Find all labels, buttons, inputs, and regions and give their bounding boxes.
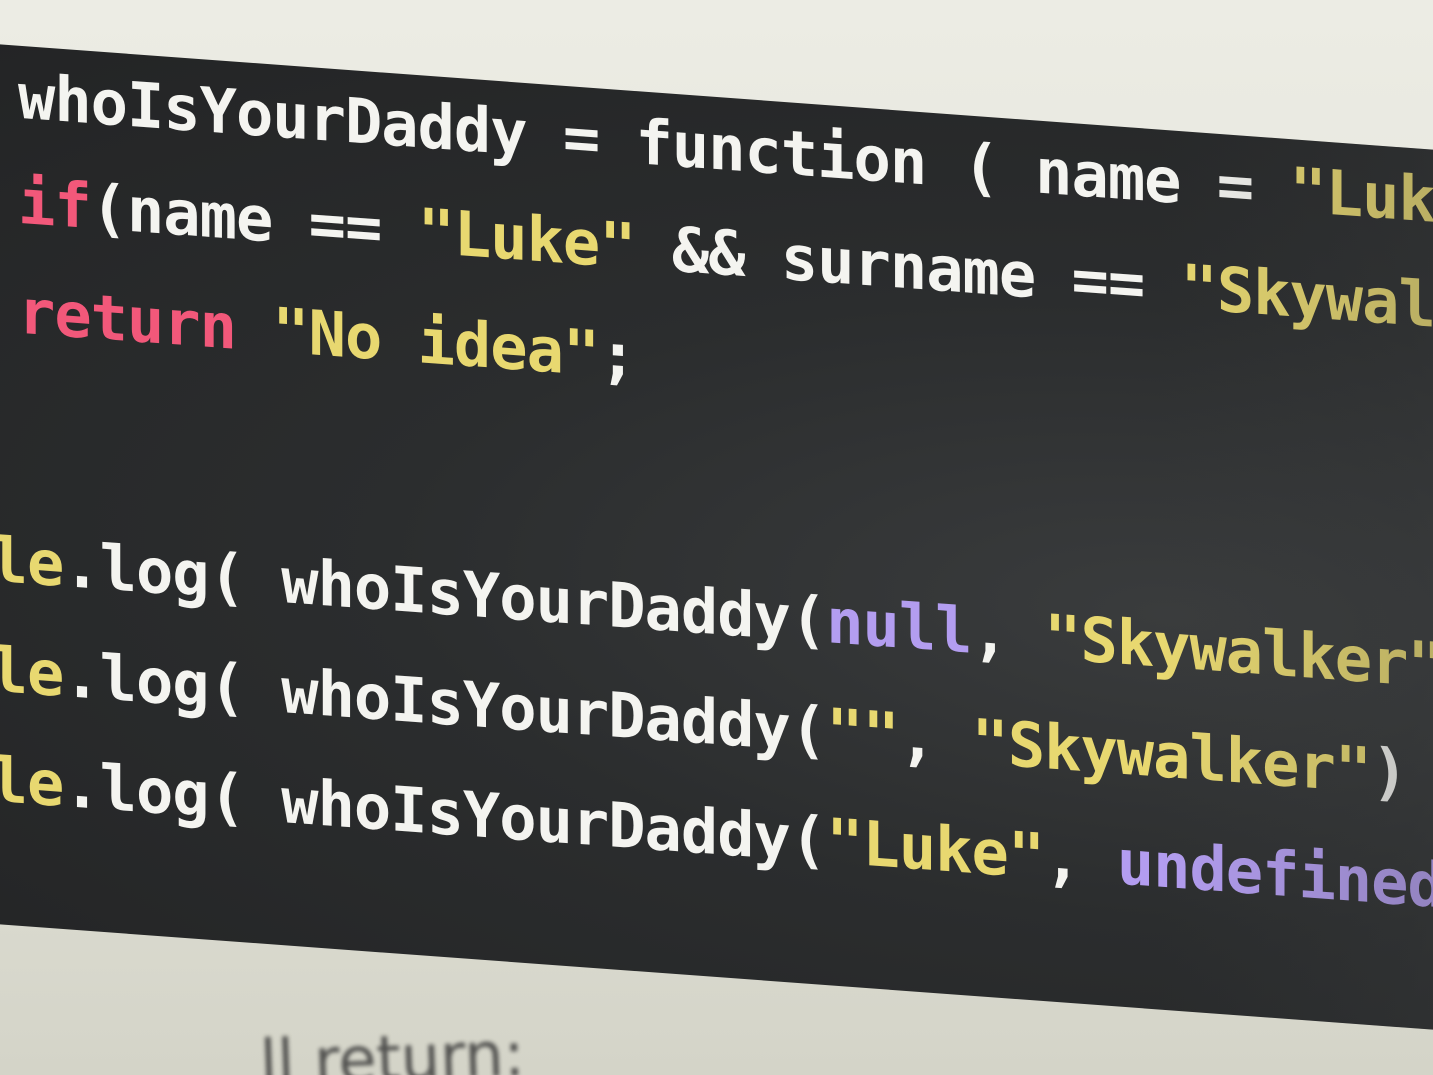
code-token-string: "No idea" [272,293,600,391]
code-block: whoIsYourDaddy = function ( name = "Luke… [0,60,1433,923]
code-token-string: "Luke" [1289,153,1433,243]
code-token-string: sole [0,517,64,602]
code-token-plain: ; [599,317,636,394]
code-token-plain: .log( whoIsYourDaddy( [63,748,827,878]
code-token-keyword: return [18,274,236,364]
code-token-string: sole [0,627,64,712]
code-token-const: undefined [1116,825,1433,923]
code-token-string: "Luke" [826,804,1045,894]
code-token-plain: .log( whoIsYourDaddy( [63,528,827,658]
code-token-plain: , [971,594,1045,674]
code-token-plain: .log( whoIsYourDaddy( [63,638,827,768]
code-line-3: return "No idea"; [18,275,636,393]
code-token-string: "Skywalker" [1180,250,1433,353]
code-token-plain: , [1044,820,1117,899]
code-token-plain: , [898,699,972,778]
code-token-plain: (name == [90,170,418,268]
code-token-string: "" [826,694,899,773]
code-token-plain: && surname == [635,210,1181,324]
code-token-const: null [826,584,972,668]
code-token-string: "Skywalker" [1044,600,1433,703]
code-token-keyword: if [18,164,91,244]
code-editor-panel[interactable]: whoIsYourDaddy = function ( name = "Luke… [0,40,1433,1041]
code-token-plain: ) ); [1371,734,1408,810]
code-token-string: "Luke" [417,194,636,284]
code-token-string: "Skywalker" [971,704,1372,808]
code-token-string: sole [0,737,64,822]
below-panel-text: ll return: [258,1017,526,1075]
